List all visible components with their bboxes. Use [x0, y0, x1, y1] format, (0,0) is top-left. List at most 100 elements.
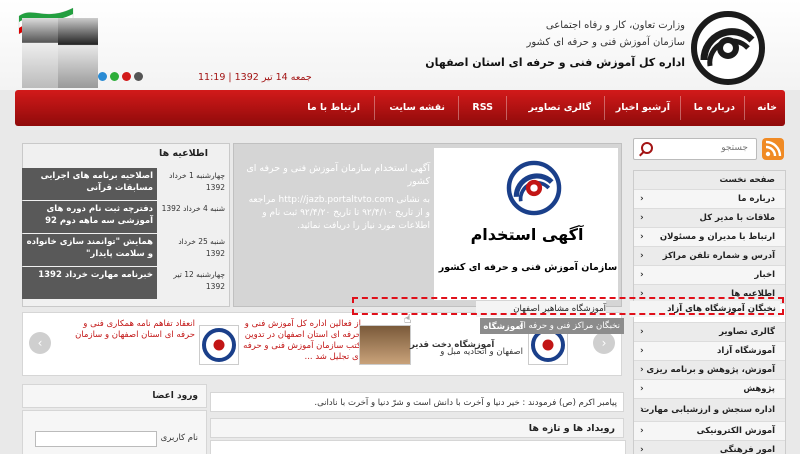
nav-separator — [680, 96, 681, 120]
news-item-text[interactable]: از فعالین اداره کل آموزش فنی و حرفه ای ا… — [241, 319, 361, 363]
theme-green-button[interactable] — [110, 72, 119, 81]
announcement-item[interactable]: اصلاحیه برنامه های اجرایی مسابقات قرآنی … — [22, 168, 228, 200]
theme-gray-button[interactable] — [134, 72, 143, 81]
highlight-box — [352, 297, 784, 315]
sidebar-item-label: صفحه نخست — [719, 175, 775, 185]
job-ad-title: آگهی استخدام — [470, 225, 584, 244]
theme-red-button[interactable] — [122, 72, 131, 81]
username-label: نام کاربری : — [155, 433, 198, 443]
job-ad-subtitle: سازمان آموزش فنی و حرفه ای کشور — [438, 262, 618, 273]
chevron-left-icon: ‹ — [640, 365, 644, 375]
login-header: ورود اعضا — [22, 384, 207, 408]
mouse-cursor-icon: ☝ — [404, 312, 412, 326]
organization-logo — [506, 160, 562, 216]
nav-rss[interactable]: RSS — [472, 90, 493, 126]
announcement-date: شنبه 4 خرداد 1392 — [161, 204, 225, 213]
sidebar-item-label: آموزش الکترونیکی — [696, 426, 775, 436]
site-title: اداره کل آموزش فنی و حرفه ای استان اصفها… — [425, 56, 685, 69]
announcement-date: چهارشنبه 12 تیر 1392 — [173, 270, 225, 291]
carousel-next-button[interactable]: › — [593, 332, 615, 354]
nav-separator — [506, 96, 507, 120]
nav-separator — [458, 96, 459, 120]
submenu-item[interactable]: آموزشگاه صالحات — [448, 319, 523, 335]
announcement-item[interactable]: دفترچه ثبت نام دوره های آموزشی سه ماهه د… — [22, 201, 228, 233]
login-title: ورود اعضا — [152, 391, 198, 401]
events-title: رویداد ها و تازه ها — [210, 418, 624, 438]
announcement-text[interactable]: همایش "توانمند سازی خانواده و سلامت پاید… — [22, 234, 157, 266]
chevron-left-icon: ‹ — [640, 194, 644, 204]
sidebar-item-label: درباره ما — [738, 194, 775, 204]
nav-sitemap[interactable]: نقشه سایت — [389, 90, 445, 126]
chevron-left-icon: ‹ — [640, 426, 644, 436]
announcements-title: اطلاعیه ها — [159, 148, 209, 159]
sidebar-item-e-learning[interactable]: ‹ آموزش الکترونیکی — [634, 422, 785, 441]
nav-separator — [744, 96, 745, 120]
hadith-text: پیامبر اکرم (ص) فرمودند : خیر دنیا و آخر… — [210, 392, 624, 412]
sidebar-item-news[interactable]: ‹ اخبار — [634, 266, 785, 285]
announcement-text[interactable]: اصلاحیه برنامه های اجرایی مسابقات قرآنی — [22, 168, 157, 200]
organization-name: سازمان آموزش فنی و حرفه ای کشور — [526, 37, 686, 48]
sidebar-item-label: پژوهش — [743, 384, 775, 394]
nav-separator — [604, 96, 605, 120]
sidebar-item-label: آموزش، پژوهش و برنامه ریزی — [646, 365, 775, 375]
chevron-left-icon: ‹ — [640, 445, 644, 454]
announcement-text[interactable]: دفترچه ثبت نام دوره های آموزشی سه ماهه د… — [22, 201, 157, 233]
nav-gallery[interactable]: گالری تصاویر — [529, 90, 591, 126]
announcement-item[interactable]: خبرنامه مهارت خرداد 1392 چهارشنبه 12 تیر… — [22, 267, 228, 299]
carousel-prev-button[interactable]: ‹ — [29, 332, 51, 354]
news-thumbnail[interactable] — [199, 325, 239, 365]
announcement-date: شنبه 25 خرداد 1392 — [178, 237, 225, 258]
nav-home[interactable]: خانه — [757, 90, 777, 126]
announcement-text[interactable]: خبرنامه مهارت خرداد 1392 — [22, 267, 157, 299]
main-navigation: خانه درباره ما آرشیو اخبار گالری تصاویر … — [15, 90, 785, 126]
job-ad-description: آگهی استخدام سازمان آموزش فنی و حرفه ای … — [242, 162, 430, 233]
search-box — [633, 138, 757, 160]
page: وزارت تعاون، کار و رفاه اجتماعی سازمان آ… — [0, 0, 800, 454]
nav-contact[interactable]: ارتباط با ما — [307, 90, 360, 126]
sidebar-item-contact-managers[interactable]: ‹ ارتباط با مدیران و مسئولان — [634, 228, 785, 247]
chevron-left-icon: ‹ — [640, 384, 644, 394]
announcement-date: چهارشنبه 1 خرداد 1392 — [169, 171, 225, 192]
sidebar-item-label: آموزشگاه آزاد — [717, 346, 775, 356]
portrait-image-1 — [22, 18, 62, 88]
organization-logo[interactable] — [690, 10, 766, 86]
sidebar-item-research[interactable]: ‹ پژوهش — [634, 380, 785, 399]
job-ad-heading: آگهی استخدام سازمان آموزش فنی و حرفه ای … — [246, 163, 430, 187]
chevron-left-icon: ‹ — [640, 270, 644, 280]
rss-icon[interactable] — [762, 138, 784, 160]
job-ad-body: به نشانی http://jazb.portaltvto.com مراج… — [248, 195, 430, 231]
theme-blue-button[interactable] — [98, 72, 107, 81]
sidebar-item-label: ارتباط با مدیران و مسئولان — [659, 232, 775, 242]
theme-switcher — [98, 72, 146, 84]
ministry-name: وزارت تعاون، کار و رفاه اجتماعی — [545, 20, 685, 31]
sidebar-item-free-institutes[interactable]: ‹ آموزشگاه آزاد — [634, 342, 785, 361]
sidebar-item-meet-director[interactable]: ‹ ملاقات با مدیر کل — [634, 209, 785, 228]
chevron-left-icon: ‹ — [640, 346, 644, 356]
events-panel — [210, 440, 626, 454]
sidebar-item-label: امور فرهنگی — [719, 445, 775, 454]
sidebar-item-label: اخبار — [754, 270, 775, 280]
nav-news-archive[interactable]: آرشیو اخبار — [616, 90, 670, 126]
username-input[interactable] — [35, 431, 157, 447]
sidebar-item-home[interactable]: صفحه نخست — [634, 171, 785, 190]
sidebar-item-cultural-affairs[interactable]: ‹ امور فرهنگی — [634, 441, 785, 454]
news-item-text[interactable]: انعقاد تفاهم نامه همکاری فنی و حرفه ای ا… — [67, 319, 195, 341]
chevron-left-icon: ‹ — [640, 213, 644, 223]
sidebar-item-skill-assessment[interactable]: ‹ اداره سنجش و ارزشیابی مهارت — [634, 399, 785, 422]
sidebar-item-label: اداره سنجش و ارزشیابی مهارت — [640, 405, 775, 415]
date-time: 11:19 | جمعه 14 تیر 1392 — [198, 72, 312, 83]
nav-about[interactable]: درباره ما — [694, 90, 735, 126]
portrait-image-2 — [58, 18, 98, 88]
nav-separator — [374, 96, 375, 120]
sidebar-item-education-research[interactable]: ‹ آموزش، پژوهش و برنامه ریزی — [634, 361, 785, 380]
sidebar-item-centers-address[interactable]: ‹ آدرس و شماره تلفن مراکز — [634, 247, 785, 266]
search-input[interactable] — [656, 139, 748, 157]
current-date: جمعه 14 تیر 1392 — [234, 72, 312, 83]
submenu-item[interactable]: آموزشگاه دخت قدیر — [410, 337, 494, 353]
chevron-left-icon: ‹ — [640, 251, 644, 261]
chevron-left-icon: ‹ — [640, 232, 644, 242]
search-icon[interactable] — [641, 142, 653, 154]
sidebar-item-about[interactable]: ‹ درباره ما — [634, 190, 785, 209]
announcement-item[interactable]: همایش "توانمند سازی خانواده و سلامت پاید… — [22, 234, 228, 266]
sidebar-item-label: ملاقات با مدیر کل — [699, 213, 775, 223]
